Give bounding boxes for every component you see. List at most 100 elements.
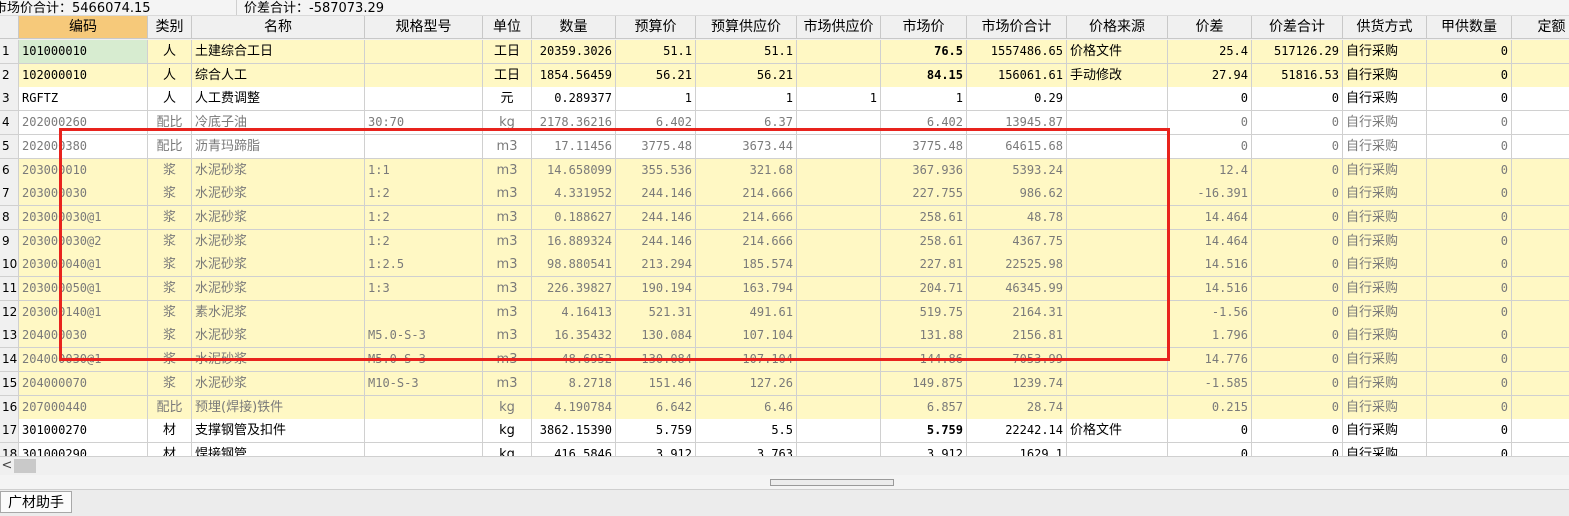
cell-supply[interactable]: 自行采购: [1343, 300, 1427, 325]
cell-market_supply[interactable]: 1: [797, 87, 881, 112]
cell-source[interactable]: 手动修改: [1067, 63, 1168, 88]
cell-a_qty[interactable]: 0: [1427, 182, 1512, 207]
cell-spec[interactable]: M5.0-S-3: [365, 324, 483, 349]
cell-budget_supply[interactable]: 107.104: [696, 348, 797, 373]
cell-market_total[interactable]: 0.29: [967, 87, 1067, 112]
cell-name[interactable]: 焊接钢管: [192, 442, 365, 456]
cell-cat[interactable]: 配比: [148, 134, 192, 159]
cell-diff[interactable]: 12.4: [1168, 158, 1252, 183]
cell-a_qty[interactable]: 0: [1427, 158, 1512, 183]
cell-code[interactable]: 102000010: [19, 63, 148, 88]
cell-diff_total[interactable]: 0: [1252, 253, 1343, 278]
cell-quota[interactable]: [1512, 300, 1569, 325]
cell-qty[interactable]: 4.16413: [532, 300, 616, 325]
cell-quota[interactable]: [1512, 395, 1569, 420]
cell-diff[interactable]: 0: [1168, 111, 1252, 136]
cell-spec[interactable]: [365, 40, 483, 64]
cell-cat[interactable]: 浆: [148, 253, 192, 278]
cell-unit[interactable]: kg: [483, 395, 532, 420]
cell-diff[interactable]: 0: [1168, 419, 1252, 444]
cell-budget_supply[interactable]: 6.46: [696, 395, 797, 420]
cell-a_qty[interactable]: 0: [1427, 300, 1512, 325]
cell-name[interactable]: 沥青玛蹄脂: [192, 134, 365, 159]
cell-unit[interactable]: m3: [483, 371, 532, 396]
cell-market_supply[interactable]: [797, 395, 881, 420]
cell-spec[interactable]: 1:2: [365, 205, 483, 230]
cell-source[interactable]: [1067, 205, 1168, 230]
cell-qty[interactable]: 226.39827: [532, 277, 616, 301]
scroll-thumb[interactable]: [14, 459, 36, 473]
cell-cat[interactable]: 浆: [148, 229, 192, 254]
cell-a_qty[interactable]: 0: [1427, 134, 1512, 159]
cell-market_supply[interactable]: [797, 158, 881, 183]
cell-cat[interactable]: 人: [148, 63, 192, 88]
cell-a_qty[interactable]: 0: [1427, 419, 1512, 444]
cell-diff_total[interactable]: 0: [1252, 419, 1343, 444]
cell-diff_total[interactable]: 0: [1252, 348, 1343, 373]
cell-cat[interactable]: 配比: [148, 395, 192, 420]
cell-a_qty[interactable]: 0: [1427, 348, 1512, 373]
cell-name[interactable]: 水泥砂浆: [192, 158, 365, 183]
cell-market[interactable]: 3775.48: [881, 134, 967, 159]
cell-qty[interactable]: 0.188627: [532, 205, 616, 230]
cell-diff_total[interactable]: 0: [1252, 229, 1343, 254]
cell-name[interactable]: 水泥砂浆: [192, 229, 365, 254]
cell-market_supply[interactable]: [797, 419, 881, 444]
cell-diff_total[interactable]: 0: [1252, 111, 1343, 136]
cell-source[interactable]: [1067, 253, 1168, 278]
cell-market[interactable]: 6.402: [881, 111, 967, 136]
cell-qty[interactable]: 0.289377: [532, 87, 616, 112]
table-row[interactable]: 7 203000030 浆水泥砂浆 1:2 m3 4.331952 244.146 214.6…: [0, 182, 1569, 207]
cell-source[interactable]: [1067, 111, 1168, 136]
cell-spec[interactable]: [365, 134, 483, 159]
cell-market_total[interactable]: 64615.68: [967, 134, 1067, 159]
cell-diff[interactable]: 14.776: [1168, 348, 1252, 373]
cell-budget_supply[interactable]: 6.37: [696, 111, 797, 136]
cell-budget[interactable]: 130.084: [616, 348, 696, 373]
cell-qty[interactable]: 2178.36216: [532, 111, 616, 136]
column-header-spec[interactable]: 规格型号: [365, 16, 483, 39]
cell-cat[interactable]: 人: [148, 40, 192, 64]
cell-unit[interactable]: kg: [483, 111, 532, 136]
cell-market[interactable]: 84.15: [881, 63, 967, 88]
cell-source[interactable]: [1067, 229, 1168, 254]
cell-spec[interactable]: 1:2.5: [365, 253, 483, 278]
cell-code[interactable]: 203000010: [19, 158, 148, 183]
table-row[interactable]: 15 204000070 浆水泥砂浆 M10-S-3 m3 8.2718 151.46 127…: [0, 371, 1569, 396]
cell-quota[interactable]: [1512, 205, 1569, 230]
cell-market_supply[interactable]: [797, 205, 881, 230]
column-header-market[interactable]: 市场价: [881, 16, 967, 39]
cell-supply[interactable]: 自行采购: [1343, 419, 1427, 444]
cell-source[interactable]: [1067, 134, 1168, 159]
table-row[interactable]: 3 RGFTZ 人人工费调整元 0.289377 1 1 1 1 0.29 0 0 自行采购 0: [0, 87, 1569, 112]
cell-quota[interactable]: [1512, 40, 1569, 64]
cell-market_supply[interactable]: [797, 229, 881, 254]
cell-qty[interactable]: 16.889324: [532, 229, 616, 254]
table-row[interactable]: 18 301000290 材焊接钢管 kg 416.5846 3.912 3.763 3.91…: [0, 442, 1569, 456]
panel-splitter[interactable]: [0, 475, 1569, 489]
cell-market_total[interactable]: 13945.87: [967, 111, 1067, 136]
cell-name[interactable]: 土建综合工日: [192, 40, 365, 64]
column-header-budget_supply[interactable]: 预算供应价: [696, 16, 797, 39]
table-row[interactable]: 5 202000380 配比 沥青玛蹄脂 m3 17.11456 3775.48 3673.4…: [0, 134, 1569, 159]
cell-unit[interactable]: m3: [483, 205, 532, 230]
cell-market_total[interactable]: 48.78: [967, 205, 1067, 230]
cell-market_supply[interactable]: [797, 324, 881, 349]
cell-market_total[interactable]: 1557486.65: [967, 40, 1067, 64]
cell-supply[interactable]: 自行采购: [1343, 253, 1427, 278]
cell-source[interactable]: 价格文件: [1067, 419, 1168, 444]
cell-market[interactable]: 144.86: [881, 348, 967, 373]
cell-supply[interactable]: 自行采购: [1343, 442, 1427, 456]
table-row[interactable]: 4 202000260 配比 冷底子油 30:70 kg 2178.36216 6.402 6.…: [0, 111, 1569, 136]
cell-diff_total[interactable]: 0: [1252, 395, 1343, 420]
tab-guangcai-assistant[interactable]: 广材助手: [0, 491, 72, 513]
cell-name[interactable]: 人工费调整: [192, 87, 365, 112]
cell-budget_supply[interactable]: 214.666: [696, 229, 797, 254]
cell-diff_total[interactable]: 517126.29: [1252, 40, 1343, 64]
column-header-diff_total[interactable]: 价差合计: [1252, 16, 1343, 39]
cell-unit[interactable]: m3: [483, 182, 532, 207]
cell-budget[interactable]: 56.21: [616, 63, 696, 88]
cell-market_supply[interactable]: [797, 277, 881, 301]
cell-budget[interactable]: 3.912: [616, 442, 696, 456]
cell-cat[interactable]: 浆: [148, 205, 192, 230]
